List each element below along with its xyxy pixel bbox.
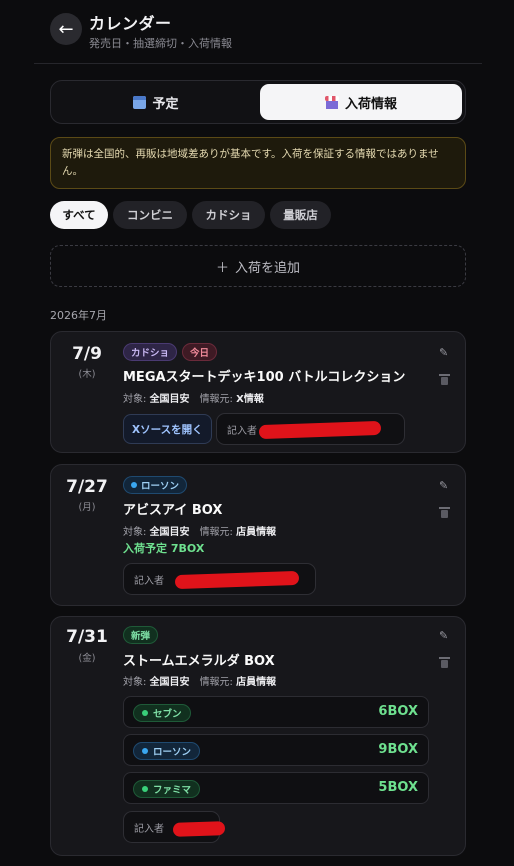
filter-mass-retailer[interactable]: 量販店 xyxy=(270,201,331,229)
entry-badges: ローソン xyxy=(123,476,188,494)
store-quantity: 9BOX xyxy=(378,742,418,757)
pencil-icon[interactable]: ✎ xyxy=(439,346,451,359)
pencil-icon[interactable]: ✎ xyxy=(439,629,451,642)
entry-weekday: (金) xyxy=(78,653,96,664)
entry-date: 7/9 xyxy=(72,344,102,364)
filter-all[interactable]: すべて xyxy=(50,201,108,229)
page-subtitle: 発売日・抽選締切・入荷情報 xyxy=(89,37,232,50)
entry-meta: 対象: 全国目安 情報元: X情報 xyxy=(123,394,264,405)
today-badge: 今日 xyxy=(182,343,218,361)
pencil-icon[interactable]: ✎ xyxy=(439,479,451,492)
stock-card: 7/27 (月) ローソン アビスアイ BOX 対象: 全国目安 情報元: 店員… xyxy=(50,464,466,606)
product-name: ストームエメラルダ BOX xyxy=(123,654,275,669)
entry-badges: 新弾 xyxy=(123,626,159,644)
product-name: MEGAスタートデッキ100 バトルコレクション xyxy=(123,370,406,385)
add-stock-button[interactable]: ＋ 入荷を追加 xyxy=(50,245,466,287)
arrow-left-icon: ← xyxy=(58,18,74,40)
month-heading: 2026年7月 xyxy=(50,309,107,322)
tab-label: 予定 xyxy=(152,96,179,112)
store-quantity: 5BOX xyxy=(378,780,418,795)
entry-date: 7/27 xyxy=(66,477,108,497)
stock-card: 7/31 (金) 新弾 ストームエメラルダ BOX 対象: 全国目安 情報元: … xyxy=(50,616,466,856)
store-icon xyxy=(324,95,339,109)
filter-convenience[interactable]: コンビニ xyxy=(113,201,187,229)
store-quantity: 6BOX xyxy=(378,704,418,719)
entry-weekday: (月) xyxy=(78,502,96,513)
entry-badges: カドショ 今日 xyxy=(123,343,218,361)
store-badge: セブン xyxy=(133,704,191,722)
filter-card-shop[interactable]: カドショ xyxy=(192,201,265,229)
add-stock-label: 入荷を追加 xyxy=(235,260,301,276)
tab-label: 入荷情報 xyxy=(344,96,397,112)
trash-icon[interactable] xyxy=(439,657,450,668)
trash-icon[interactable] xyxy=(439,374,450,385)
lawson-dot-icon xyxy=(131,482,137,488)
reporter-label: 記入者 xyxy=(227,425,257,437)
lawson-dot-icon xyxy=(142,748,148,754)
store-badge: ローソン xyxy=(123,476,188,494)
entry-weekday: (木) xyxy=(78,369,96,380)
product-name: アビスアイ BOX xyxy=(123,503,223,518)
famima-dot-icon xyxy=(142,786,148,792)
calendar-icon xyxy=(133,95,147,109)
store-stock-row: ローソン 9BOX xyxy=(123,734,429,766)
page-title: カレンダー xyxy=(89,14,172,33)
entry-meta: 対象: 全国目安 情報元: 店員情報 xyxy=(123,527,277,538)
redaction-mark xyxy=(172,821,226,837)
tab-schedule[interactable]: 予定 xyxy=(55,84,257,120)
category-badge: カドショ xyxy=(123,343,178,361)
notice-banner: 新弾は全国的、再販は地域差ありが基本です。入荷を保証する情報ではありません。 xyxy=(50,137,466,189)
header: ← カレンダー 発売日・抽選締切・入荷情報 xyxy=(0,0,514,64)
store-badge: ローソン xyxy=(133,742,201,760)
header-divider xyxy=(34,63,482,64)
trash-icon[interactable] xyxy=(439,507,450,518)
open-x-source-button[interactable]: Xソースを開く xyxy=(123,414,212,444)
seven-dot-icon xyxy=(142,710,148,716)
plus-icon: ＋ xyxy=(215,260,229,276)
reporter-label: 記入者 xyxy=(134,575,164,587)
entry-date: 7/31 xyxy=(66,627,108,647)
tab-stock-info[interactable]: 入荷情報 xyxy=(260,84,462,120)
expected-arrival: 入荷予定 7BOX xyxy=(123,542,205,555)
store-stock-row: ファミマ 5BOX xyxy=(123,772,429,804)
new-release-badge: 新弾 xyxy=(123,626,159,644)
reporter-label: 記入者 xyxy=(134,823,164,835)
entry-meta: 対象: 全国目安 情報元: 店員情報 xyxy=(123,677,277,688)
store-stock-row: セブン 6BOX xyxy=(123,696,429,728)
back-button[interactable]: ← xyxy=(50,13,82,45)
view-tabs: 予定 入荷情報 xyxy=(50,80,466,124)
store-badge: ファミマ xyxy=(133,780,201,798)
stock-card: 7/9 (木) カドショ 今日 MEGAスタートデッキ100 バトルコレクション… xyxy=(50,331,466,453)
